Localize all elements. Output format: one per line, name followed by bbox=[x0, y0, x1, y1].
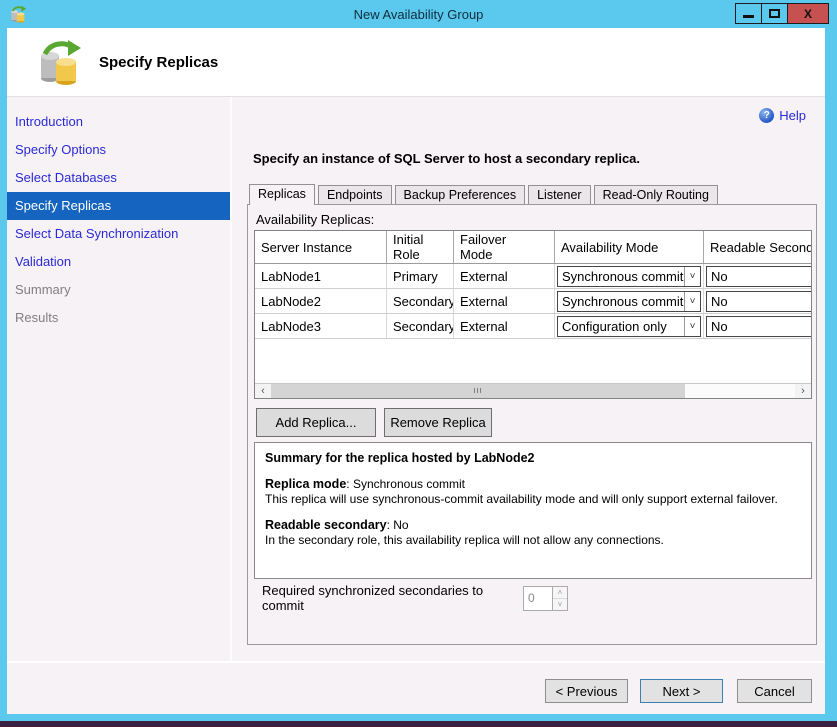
help-icon: ? bbox=[759, 108, 774, 123]
scroll-right-icon[interactable]: › bbox=[795, 384, 811, 398]
failover-mode-cell: External bbox=[454, 289, 555, 313]
failover-mode-cell: External bbox=[454, 264, 555, 288]
new-availability-group-dialog: New Availability Group X Specify Replica… bbox=[0, 0, 837, 727]
tab-listener[interactable]: Listener bbox=[528, 185, 590, 204]
required-secondaries-label: Required synchronized secondaries to com… bbox=[262, 583, 523, 613]
readable-secondary-line: Readable secondary: No bbox=[265, 518, 801, 532]
availability-mode-select[interactable]: Configuration only ˅ bbox=[557, 316, 701, 337]
column-header-server-instance: Server Instance bbox=[255, 231, 387, 263]
window-controls: X bbox=[735, 3, 829, 24]
replica-mode-value: : Synchronous commit bbox=[346, 477, 465, 491]
maximize-button[interactable] bbox=[761, 3, 787, 24]
readable-secondary-cell: No bbox=[704, 289, 811, 313]
instruction-text: Specify an instance of SQL Server to hos… bbox=[253, 151, 640, 166]
cancel-button[interactable]: Cancel bbox=[737, 679, 812, 703]
dialog-content: Specify Replicas Introduction Specify Op… bbox=[7, 28, 825, 714]
replica-row-labnode1[interactable]: LabNode1 Primary External Synchronous co… bbox=[255, 264, 811, 289]
summary-title: Summary for the replica hosted by LabNod… bbox=[265, 451, 801, 465]
minimize-button[interactable] bbox=[735, 3, 761, 24]
required-secondaries-row: Required synchronized secondaries to com… bbox=[262, 585, 568, 611]
initial-role-cell: Secondary bbox=[387, 289, 454, 313]
readable-secondary-description: In the secondary role, this availability… bbox=[265, 533, 801, 547]
readable-secondary-value: : No bbox=[387, 518, 409, 532]
help-label: Help bbox=[779, 108, 806, 123]
desktop-edge bbox=[0, 721, 837, 727]
grid-label: Availability Replicas: bbox=[256, 212, 374, 227]
availability-mode-select[interactable]: Synchronous commit ˅ bbox=[557, 266, 701, 287]
spin-up-icon: ˄ bbox=[553, 587, 567, 599]
sidebar-item-introduction[interactable]: Introduction bbox=[7, 108, 230, 136]
sidebar-item-select-databases[interactable]: Select Databases bbox=[7, 164, 230, 192]
maximize-icon bbox=[769, 9, 780, 18]
scroll-left-icon[interactable]: ‹ bbox=[255, 384, 271, 398]
replica-mode-line: Replica mode: Synchronous commit bbox=[265, 477, 801, 491]
close-button[interactable]: X bbox=[787, 3, 829, 24]
server-instance-cell: LabNode2 bbox=[255, 289, 387, 313]
readable-secondary-cell: No bbox=[704, 314, 811, 338]
availability-group-icon bbox=[9, 5, 27, 23]
window-title: New Availability Group bbox=[0, 7, 837, 22]
readable-secondary-cell: No bbox=[704, 264, 811, 288]
availability-group-icon bbox=[35, 38, 83, 86]
replica-row-labnode3[interactable]: LabNode3 Secondary External Configuratio… bbox=[255, 314, 811, 339]
spin-down-icon: ˅ bbox=[553, 599, 567, 610]
readable-secondary-select[interactable]: No bbox=[706, 316, 811, 337]
scrollbar-track[interactable] bbox=[685, 384, 795, 398]
tab-read-only-routing[interactable]: Read-Only Routing bbox=[594, 185, 718, 204]
replica-mode-description: This replica will use synchronous-commit… bbox=[265, 492, 801, 506]
chevron-down-icon: ˅ bbox=[684, 317, 700, 336]
required-secondaries-stepper: 0 ˄ ˅ bbox=[523, 586, 568, 611]
tab-strip: Replicas Endpoints Backup Preferences Li… bbox=[249, 183, 721, 204]
minimize-icon bbox=[743, 15, 754, 18]
page-title: Specify Replicas bbox=[99, 54, 218, 71]
replicas-tab-panel: Availability Replicas: Server Instance I… bbox=[247, 204, 817, 645]
sidebar-item-validation[interactable]: Validation bbox=[7, 248, 230, 276]
required-secondaries-value: 0 bbox=[524, 587, 552, 610]
remove-replica-button[interactable]: Remove Replica bbox=[384, 408, 492, 437]
replica-row-labnode2[interactable]: LabNode2 Secondary External Synchronous … bbox=[255, 289, 811, 314]
sidebar-item-specify-replicas[interactable]: Specify Replicas bbox=[7, 192, 230, 220]
footer-bar: < Previous Next > Cancel bbox=[7, 661, 825, 714]
readable-secondary-select[interactable]: No bbox=[706, 291, 811, 312]
sidebar-item-results: Results bbox=[7, 304, 230, 332]
tab-endpoints[interactable]: Endpoints bbox=[318, 185, 392, 204]
close-icon: X bbox=[804, 7, 812, 21]
readable-secondary-label: Readable secondary bbox=[265, 518, 387, 532]
column-header-availability-mode: Availability Mode bbox=[555, 231, 704, 263]
availability-replicas-grid: Server Instance Initial Role Failover Mo… bbox=[254, 230, 812, 399]
server-instance-cell: LabNode3 bbox=[255, 314, 387, 338]
replica-summary-box: Summary for the replica hosted by LabNod… bbox=[254, 442, 812, 579]
previous-button[interactable]: < Previous bbox=[545, 679, 628, 703]
help-link[interactable]: ? Help bbox=[759, 108, 806, 123]
initial-role-cell: Secondary bbox=[387, 314, 454, 338]
chevron-down-icon: ˅ bbox=[684, 292, 700, 311]
availability-mode-select[interactable]: Synchronous commit ˅ bbox=[557, 291, 701, 312]
column-header-readable-secondary: Readable Secondary bbox=[704, 231, 811, 263]
availability-mode-cell: Synchronous commit ˅ bbox=[555, 289, 704, 313]
column-header-failover-mode: Failover Mode bbox=[454, 231, 555, 263]
wizard-header: Specify Replicas bbox=[7, 28, 825, 97]
next-button[interactable]: Next > bbox=[640, 679, 723, 703]
scrollbar-thumb[interactable]: III bbox=[271, 384, 685, 398]
grid-header-row: Server Instance Initial Role Failover Mo… bbox=[255, 231, 811, 264]
wizard-steps-nav: Introduction Specify Options Select Data… bbox=[7, 97, 232, 661]
tab-replicas[interactable]: Replicas bbox=[249, 184, 315, 205]
failover-mode-cell: External bbox=[454, 314, 555, 338]
tab-backup-preferences[interactable]: Backup Preferences bbox=[395, 185, 526, 204]
replica-mode-label: Replica mode bbox=[265, 477, 346, 491]
sidebar-item-select-data-synchronization[interactable]: Select Data Synchronization bbox=[7, 220, 230, 248]
initial-role-cell: Primary bbox=[387, 264, 454, 288]
availability-mode-cell: Synchronous commit ˅ bbox=[555, 264, 704, 288]
server-instance-cell: LabNode1 bbox=[255, 264, 387, 288]
stepper-arrows: ˄ ˅ bbox=[552, 587, 567, 610]
horizontal-scrollbar[interactable]: ‹ III › bbox=[255, 383, 811, 398]
titlebar[interactable]: New Availability Group X bbox=[0, 0, 837, 28]
availability-mode-cell: Configuration only ˅ bbox=[555, 314, 704, 338]
column-header-initial-role: Initial Role bbox=[387, 231, 454, 263]
chevron-down-icon: ˅ bbox=[684, 267, 700, 286]
readable-secondary-select[interactable]: No bbox=[706, 266, 811, 287]
add-replica-button[interactable]: Add Replica... bbox=[256, 408, 376, 437]
sidebar-item-summary: Summary bbox=[7, 276, 230, 304]
sidebar-item-specify-options[interactable]: Specify Options bbox=[7, 136, 230, 164]
